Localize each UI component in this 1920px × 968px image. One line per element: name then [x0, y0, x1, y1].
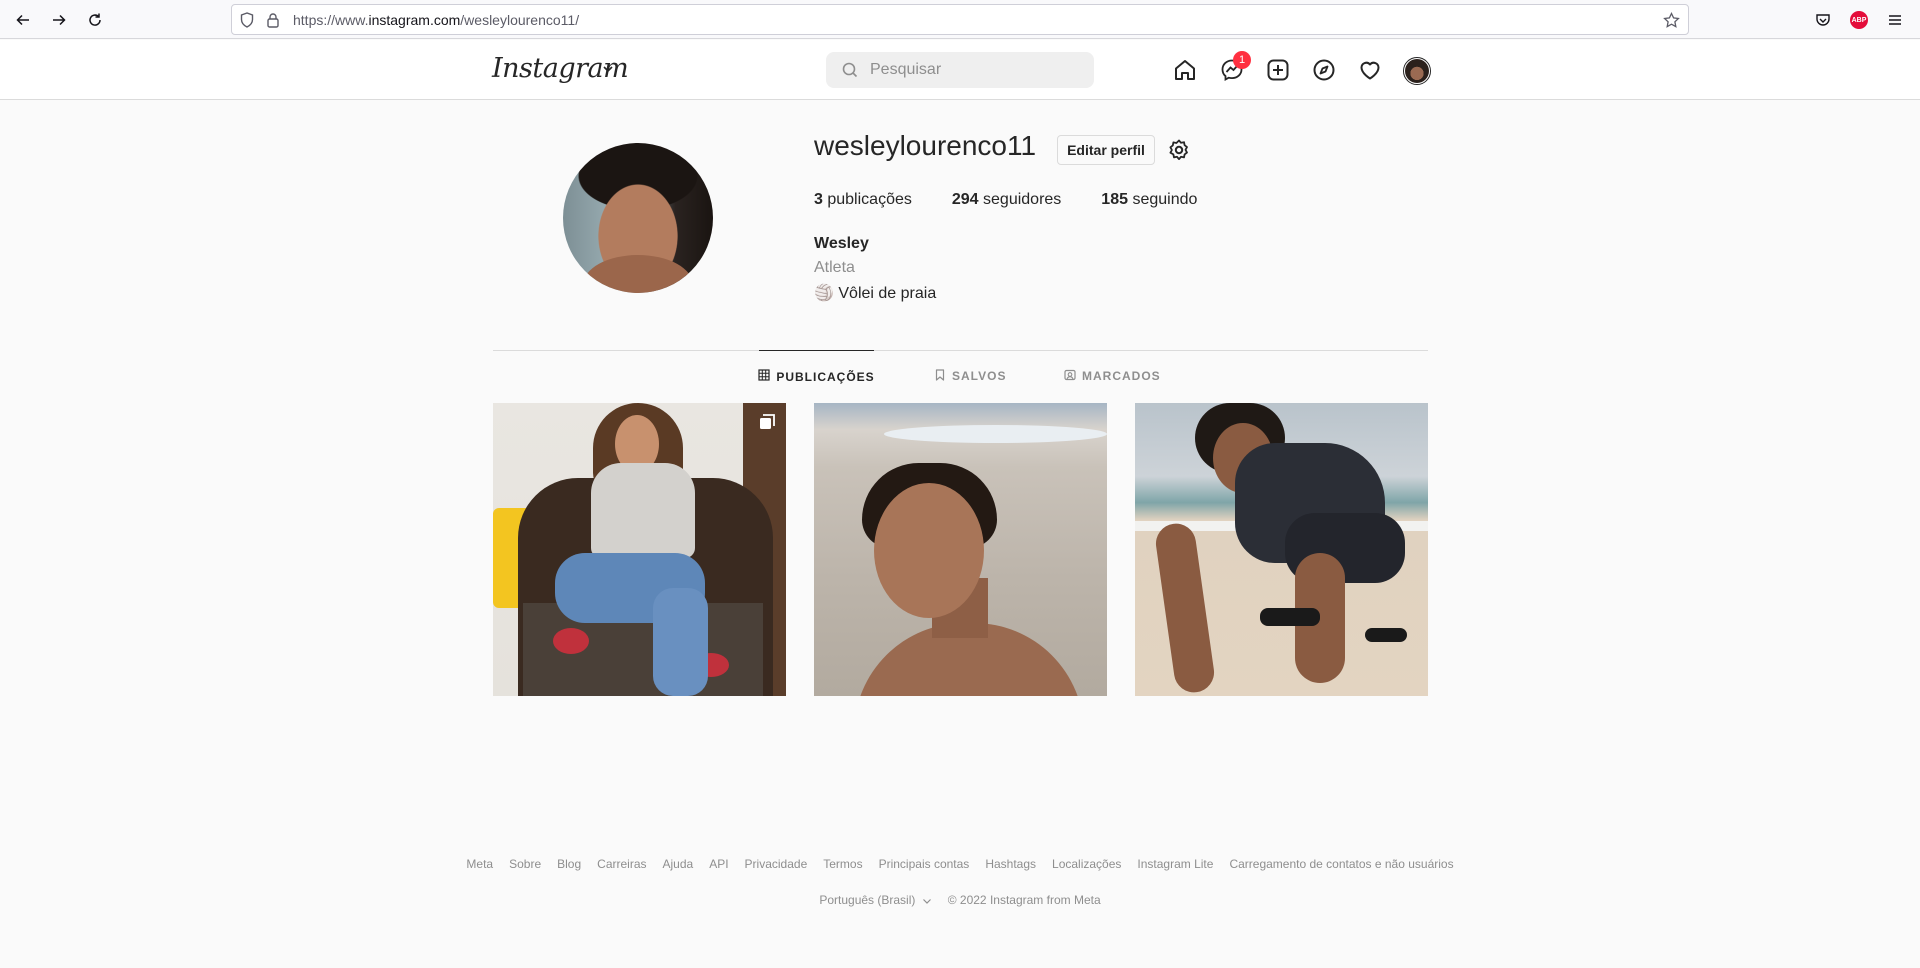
footer-link[interactable]: API: [709, 857, 728, 871]
profile-picture[interactable]: [563, 143, 713, 293]
search-input[interactable]: [870, 58, 1080, 82]
lock-icon[interactable]: [264, 11, 282, 29]
forward-icon[interactable]: [45, 6, 73, 34]
profile-bio: 🏐 Vôlei de praia: [814, 285, 937, 302]
profile-name: Wesley: [814, 235, 869, 252]
footer-link[interactable]: Carreiras: [597, 857, 646, 871]
multiple-images-icon: [758, 413, 776, 436]
back-icon[interactable]: [9, 6, 37, 34]
footer-link[interactable]: Blog: [557, 857, 581, 871]
post-thumbnail[interactable]: [814, 403, 1107, 696]
tab-saved[interactable]: SALVOS: [934, 350, 1006, 402]
footer-link[interactable]: Principais contas: [879, 857, 970, 871]
search-icon: [842, 62, 858, 83]
shield-icon[interactable]: [238, 11, 256, 29]
footer-link[interactable]: Ajuda: [663, 857, 694, 871]
footer-links: Meta Sobre Blog Carreiras Ajuda API Priv…: [0, 857, 1920, 871]
adblock-plus-icon[interactable]: ABP: [1845, 6, 1873, 34]
url-text[interactable]: https://www.instagram.com/wesleylourenco…: [293, 12, 579, 28]
explore-icon[interactable]: [1311, 57, 1337, 83]
footer-link[interactable]: Meta: [466, 857, 493, 871]
heart-icon[interactable]: [1357, 57, 1383, 83]
footer-link[interactable]: Carregamento de contatos e não usuários: [1229, 857, 1453, 871]
search-box[interactable]: [826, 52, 1094, 88]
chevron-down-icon: [922, 898, 931, 904]
footer-link[interactable]: Instagram Lite: [1137, 857, 1213, 871]
tagged-icon: [1064, 369, 1076, 384]
home-icon[interactable]: [1172, 57, 1198, 83]
profile-username: wesleylourenco11: [814, 130, 1037, 161]
following-link[interactable]: 185 seguindo: [1101, 191, 1197, 209]
profile-avatar-button[interactable]: [1403, 57, 1431, 85]
new-post-icon[interactable]: [1265, 57, 1291, 83]
language-selector[interactable]: Português (Brasil): [819, 893, 931, 907]
posts-count: 3 publicações: [814, 191, 912, 208]
bookmark-icon: [934, 368, 946, 384]
footer-link[interactable]: Localizações: [1052, 857, 1121, 871]
footer-link[interactable]: Sobre: [509, 857, 541, 871]
grid-icon: [758, 369, 770, 384]
browser-toolbar: https://www.instagram.com/wesleylourenco…: [0, 0, 1920, 39]
url-bar[interactable]: https://www.instagram.com/wesleylourenco…: [231, 4, 1689, 35]
profile-category: Atleta: [814, 259, 855, 276]
tab-posts[interactable]: PUBLICAÇÕES: [758, 350, 874, 402]
followers-link[interactable]: 294 seguidores: [952, 191, 1061, 209]
pocket-icon[interactable]: [1809, 6, 1837, 34]
instagram-header: Instagram 1: [0, 40, 1920, 100]
footer-link[interactable]: Privacidade: [745, 857, 808, 871]
messages-badge: 1: [1233, 51, 1251, 69]
footer-bottom: Português (Brasil) © 2022 Instagram from…: [0, 893, 1920, 907]
profile-stats: 3 publicações 294 seguidores 185 seguind…: [814, 191, 1197, 209]
chevron-down-icon[interactable]: [602, 62, 614, 80]
bookmark-star-icon[interactable]: [1662, 11, 1680, 29]
post-thumbnail[interactable]: [1135, 403, 1428, 696]
tab-tagged[interactable]: MARCADOS: [1064, 350, 1161, 402]
post-thumbnail[interactable]: [493, 403, 786, 696]
edit-profile-button[interactable]: Editar perfil: [1057, 135, 1155, 165]
menu-icon[interactable]: [1881, 6, 1909, 34]
footer-link[interactable]: Hashtags: [985, 857, 1036, 871]
reload-icon[interactable]: [81, 6, 109, 34]
footer-link[interactable]: Termos: [823, 857, 862, 871]
copyright: © 2022 Instagram from Meta: [947, 893, 1101, 907]
settings-icon[interactable]: [1166, 137, 1192, 163]
